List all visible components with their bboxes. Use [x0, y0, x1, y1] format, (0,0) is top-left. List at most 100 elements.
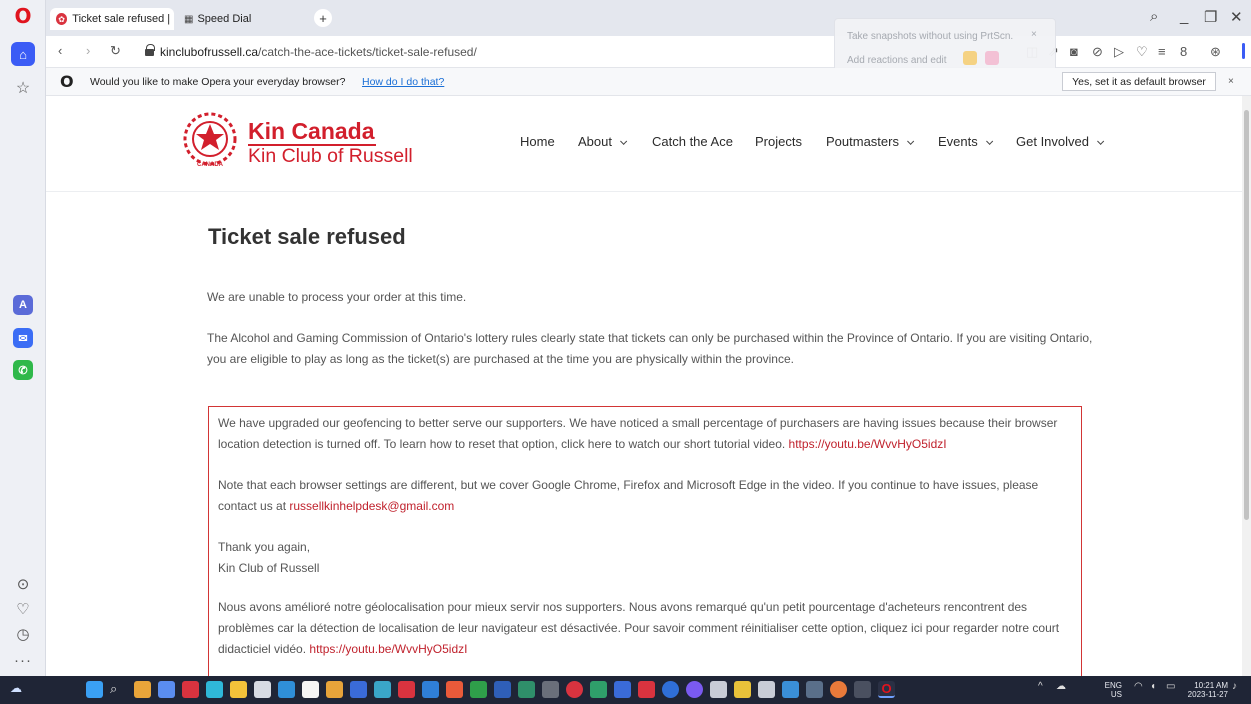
- whatsapp-icon[interactable]: ✆: [13, 360, 33, 380]
- notice-signature: Kin Club of Russell: [218, 561, 320, 575]
- minimize-icon[interactable]: _: [1180, 8, 1188, 25]
- page-scrollbar[interactable]: [1242, 96, 1251, 676]
- chevron-up-icon[interactable]: ^: [1038, 681, 1055, 698]
- opera-sidebar: O ⌂ ☆ A ✉ ✆ ⊙ ♡ ◷ ···: [0, 0, 46, 676]
- star-icon[interactable]: ☆: [11, 76, 35, 100]
- order-message: We are unable to process your order at t…: [207, 290, 467, 304]
- nav-get-involved[interactable]: Get Involved: [1016, 134, 1105, 149]
- close-icon[interactable]: ✕: [1230, 8, 1243, 26]
- history-icon[interactable]: ◷: [11, 622, 35, 646]
- app-icon[interactable]: [446, 681, 463, 698]
- app-icon[interactable]: [350, 681, 367, 698]
- search-icon[interactable]: ⌕: [110, 681, 127, 698]
- word-icon[interactable]: [494, 681, 511, 698]
- sticker-icon: [985, 51, 999, 65]
- start-icon[interactable]: [86, 681, 103, 698]
- adblock-icon[interactable]: ⊘: [1092, 44, 1103, 60]
- reload-icon[interactable]: ↻: [110, 43, 121, 59]
- forward-icon[interactable]: ›: [86, 43, 90, 58]
- aria-icon[interactable]: A: [13, 295, 33, 315]
- opera-logo-icon[interactable]: O: [11, 4, 35, 28]
- app-icon[interactable]: [758, 681, 775, 698]
- tab-speed-dial[interactable]: ▦ Speed Dial: [178, 8, 278, 30]
- nav-catch-the-ace[interactable]: Catch the Ace: [652, 134, 733, 149]
- app-icon[interactable]: [614, 681, 631, 698]
- messenger-icon[interactable]: [686, 681, 703, 698]
- helpdesk-email-link[interactable]: russellkinhelpdesk@gmail.com: [289, 499, 454, 513]
- nav-label: About: [578, 134, 612, 149]
- camera-icon[interactable]: ◙: [1070, 44, 1078, 59]
- clock-time: 10:21 AM: [1194, 681, 1228, 690]
- tutorial-video-link[interactable]: https://youtu.be/WvvHyO5idzI: [789, 437, 947, 451]
- nav-poutmasters[interactable]: Poutmasters: [826, 134, 915, 149]
- amazon-icon[interactable]: [302, 681, 319, 698]
- app-icon[interactable]: [374, 681, 391, 698]
- app-icon[interactable]: [854, 681, 871, 698]
- chevron-down-icon: [620, 137, 628, 145]
- set-default-button[interactable]: Yes, set it as default browser: [1062, 72, 1216, 91]
- scrollbar-thumb[interactable]: [1244, 110, 1249, 520]
- app-icon[interactable]: [326, 681, 343, 698]
- logo-subtitle[interactable]: Kin Club of Russell: [248, 145, 413, 168]
- app-icon[interactable]: [806, 681, 823, 698]
- close-icon[interactable]: ×: [1228, 76, 1234, 87]
- app-icon[interactable]: [710, 681, 727, 698]
- app-icon[interactable]: [182, 681, 199, 698]
- app-icon[interactable]: [782, 681, 799, 698]
- kin-emblem-icon[interactable]: CANADA: [181, 110, 239, 170]
- firefox-icon[interactable]: [830, 681, 847, 698]
- opera-icon[interactable]: O: [878, 681, 895, 698]
- region-code: US: [1110, 690, 1122, 699]
- mail-icon[interactable]: [278, 681, 295, 698]
- tab-ticket-sale[interactable]: ✿ Ticket sale refused | K: [50, 8, 174, 30]
- nav-about[interactable]: About: [578, 134, 628, 149]
- heart-icon[interactable]: ♡: [11, 597, 35, 621]
- facebook-icon[interactable]: [662, 681, 679, 698]
- more-icon[interactable]: ···: [11, 648, 35, 672]
- play-icon[interactable]: ▷: [1114, 44, 1124, 60]
- cloud-icon[interactable]: ☁: [1056, 681, 1073, 698]
- app-icon[interactable]: [398, 681, 415, 698]
- extensions-icon[interactable]: ⊛: [1210, 44, 1221, 60]
- app-icon[interactable]: [734, 681, 751, 698]
- language-indicator[interactable]: ENG US: [1100, 681, 1122, 699]
- heart-icon[interactable]: ♡: [1136, 44, 1148, 60]
- notification-icon[interactable]: ♪: [1232, 681, 1249, 698]
- clock[interactable]: 10:21 AM 2023-11-27: [1180, 681, 1228, 699]
- app-icon[interactable]: [590, 681, 607, 698]
- volume-icon[interactable]: ◖: [1150, 681, 1167, 698]
- messenger-icon[interactable]: ✉: [13, 328, 33, 348]
- outlook-icon[interactable]: [422, 681, 439, 698]
- nav-projects[interactable]: Projects: [755, 134, 802, 149]
- weather-icon[interactable]: ☁: [10, 681, 27, 698]
- easy-setup-icon[interactable]: ≡: [1158, 44, 1166, 59]
- search-icon[interactable]: ⌕: [1150, 8, 1158, 25]
- app-icon[interactable]: [542, 681, 559, 698]
- tutorial-video-link-fr[interactable]: https://youtu.be/WvvHyO5idzI: [309, 642, 467, 656]
- back-icon[interactable]: ‹: [58, 43, 62, 58]
- player-icon[interactable]: ⊙: [11, 572, 35, 596]
- folder-icon[interactable]: [230, 681, 247, 698]
- excel-icon[interactable]: [470, 681, 487, 698]
- wifi-icon[interactable]: ◠: [1134, 681, 1151, 698]
- restore-icon[interactable]: ❐: [1204, 8, 1217, 26]
- app-icon[interactable]: [254, 681, 271, 698]
- app-icon[interactable]: [134, 681, 151, 698]
- app-icon[interactable]: [566, 681, 583, 698]
- home-icon[interactable]: ⌂: [11, 42, 35, 66]
- profile-icon[interactable]: 8: [1180, 44, 1187, 59]
- logo-title[interactable]: Kin Canada: [248, 118, 375, 145]
- windows-taskbar: ☁ ⌕ O ^ ☁ ENG US ◠ ◖ ▭ 10:21 AM 2023-11-27…: [0, 676, 1251, 704]
- nav-home[interactable]: Home: [520, 134, 555, 149]
- app-icon[interactable]: [518, 681, 535, 698]
- default-browser-question: Would you like to make Opera your everyd…: [90, 76, 346, 88]
- new-tab-button[interactable]: +: [314, 9, 332, 27]
- how-do-i-link[interactable]: How do I do that?: [362, 76, 444, 88]
- app-icon[interactable]: [206, 681, 223, 698]
- nav-events[interactable]: Events: [938, 134, 993, 149]
- snapshot-tip-close[interactable]: ×: [1031, 29, 1037, 40]
- app-icon[interactable]: [158, 681, 175, 698]
- pdf-icon[interactable]: [638, 681, 655, 698]
- snapshot-tip-line2: Add reactions and edit: [847, 55, 947, 66]
- url-field[interactable]: kinclubofrussell.ca/catch-the-ace-ticket…: [160, 45, 477, 59]
